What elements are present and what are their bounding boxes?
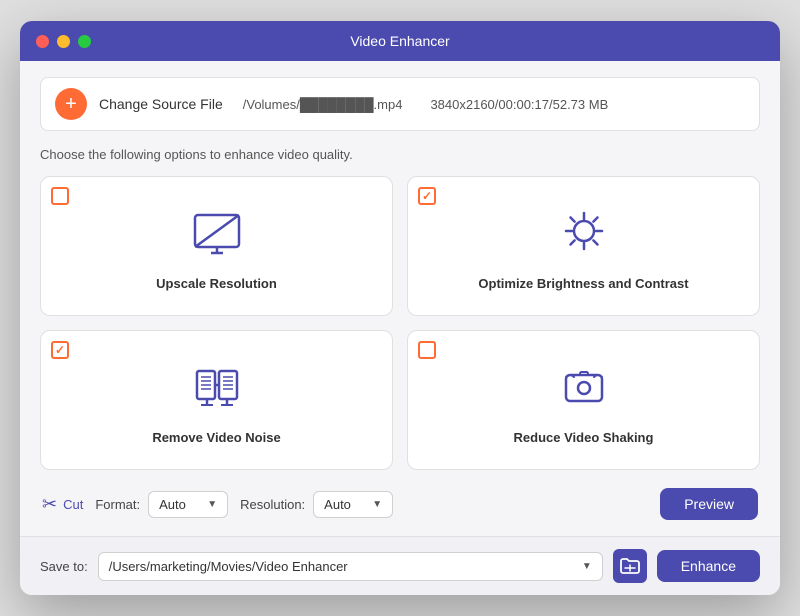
close-button[interactable] (36, 35, 49, 48)
resolution-label: Resolution: (240, 497, 305, 512)
option-upscale[interactable]: Upscale Resolution (40, 176, 393, 316)
folder-icon (620, 557, 640, 575)
add-source-icon[interactable]: + (55, 88, 87, 120)
resolution-value: Auto (324, 497, 351, 512)
format-value: Auto (159, 497, 186, 512)
cut-label: Cut (63, 497, 83, 512)
content-area: + Change Source File /Volumes/████████.m… (20, 61, 780, 595)
option-noise-label: Remove Video Noise (152, 430, 280, 445)
preview-button[interactable]: Preview (660, 488, 758, 520)
scissors-icon: ✂ (42, 494, 57, 515)
cut-button[interactable]: ✂ Cut (42, 494, 83, 515)
option-shake-label: Reduce Video Shaking (514, 430, 654, 445)
format-dropdown[interactable]: Auto ▼ (148, 491, 228, 518)
option-brightness-label: Optimize Brightness and Contrast (478, 276, 688, 291)
resolution-dropdown[interactable]: Auto ▼ (313, 491, 393, 518)
browse-folder-button[interactable] (613, 549, 647, 583)
checkbox-shake[interactable] (418, 341, 436, 359)
source-bar[interactable]: + Change Source File /Volumes/████████.m… (40, 77, 760, 131)
shake-icon (554, 363, 614, 418)
window-title: Video Enhancer (350, 33, 449, 49)
resolution-group: Resolution: Auto ▼ (240, 491, 393, 518)
change-source-label: Change Source File (99, 96, 223, 112)
subtitle-text: Choose the following options to enhance … (40, 147, 760, 162)
resolution-dropdown-arrow: ▼ (372, 499, 382, 510)
format-dropdown-arrow: ▼ (207, 499, 217, 510)
options-grid: Upscale Resolution (40, 176, 760, 470)
save-to-label: Save to: (40, 559, 88, 574)
save-path-arrow: ▼ (582, 561, 592, 572)
file-path: /Volumes/████████.mp4 (243, 97, 403, 112)
upscale-icon (187, 209, 247, 264)
checkbox-noise[interactable] (51, 341, 69, 359)
save-path-field[interactable]: /Users/marketing/Movies/Video Enhancer ▼ (98, 552, 603, 581)
titlebar: Video Enhancer (20, 21, 780, 61)
window-controls (36, 35, 91, 48)
checkbox-upscale[interactable] (51, 187, 69, 205)
format-group: Format: Auto ▼ (95, 491, 228, 518)
noise-icon (187, 363, 247, 418)
footer: Save to: /Users/marketing/Movies/Video E… (20, 536, 780, 595)
save-path-value: /Users/marketing/Movies/Video Enhancer (109, 559, 348, 574)
option-upscale-label: Upscale Resolution (156, 276, 277, 291)
minimize-button[interactable] (57, 35, 70, 48)
option-shake[interactable]: Reduce Video Shaking (407, 330, 760, 470)
checkbox-brightness[interactable] (418, 187, 436, 205)
main-window: Video Enhancer + Change Source File /Vol… (20, 21, 780, 595)
brightness-icon (554, 209, 614, 264)
format-label: Format: (95, 497, 140, 512)
toolbar: ✂ Cut Format: Auto ▼ Resolution: Auto ▼ … (40, 488, 760, 520)
enhance-button[interactable]: Enhance (657, 550, 760, 582)
option-brightness[interactable]: Optimize Brightness and Contrast (407, 176, 760, 316)
file-meta: 3840x2160/00:00:17/52.73 MB (430, 97, 608, 112)
maximize-button[interactable] (78, 35, 91, 48)
option-noise[interactable]: Remove Video Noise (40, 330, 393, 470)
